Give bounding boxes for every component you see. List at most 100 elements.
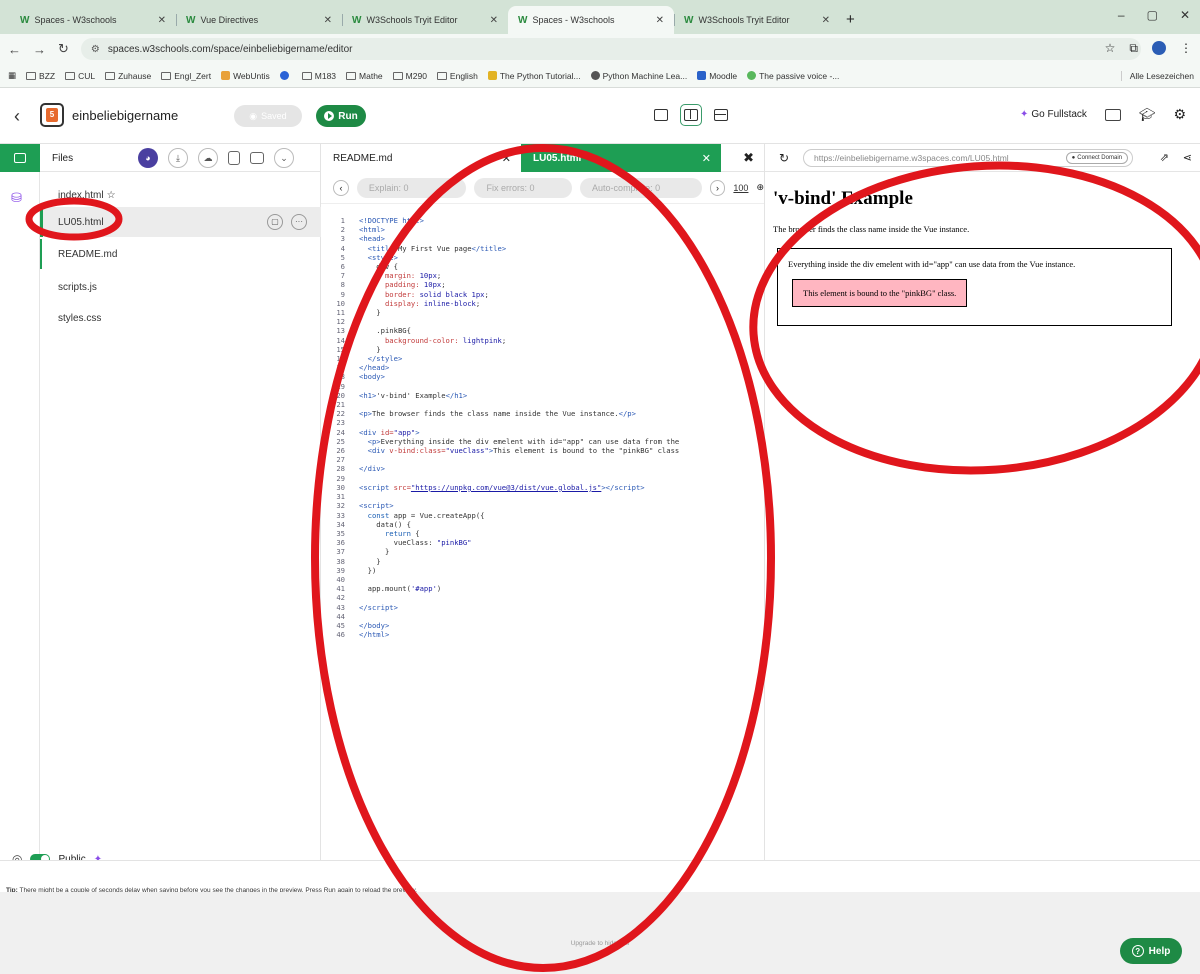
bookmark-link[interactable]: The passive voice -... bbox=[747, 70, 839, 81]
file-item-styles[interactable]: styles.css bbox=[40, 303, 321, 333]
code-line[interactable]: 11 } bbox=[321, 308, 764, 317]
file-item-lu05[interactable]: LU05.html ▢ ··· bbox=[40, 207, 321, 237]
file-options-icon[interactable]: ▢ bbox=[267, 214, 283, 230]
code-line[interactable]: 19 bbox=[321, 382, 764, 391]
close-window-button[interactable]: ✕ bbox=[1180, 8, 1190, 22]
code-line[interactable]: 18 <body> bbox=[321, 372, 764, 381]
run-button[interactable]: Run bbox=[316, 105, 366, 127]
code-line[interactable]: 43 </script> bbox=[321, 603, 764, 612]
upload-cloud-icon[interactable]: ☁ bbox=[198, 148, 218, 168]
gear-icon[interactable]: ⚙ bbox=[1173, 106, 1186, 123]
code-line[interactable]: 44 bbox=[321, 612, 764, 621]
code-line[interactable]: 37 } bbox=[321, 547, 764, 556]
bookmark-folder[interactable]: English bbox=[436, 71, 478, 81]
chevron-left-icon[interactable]: ‹ bbox=[14, 106, 20, 127]
close-icon[interactable]: ✕ bbox=[502, 152, 511, 165]
bookmark-link[interactable]: Moodle bbox=[697, 70, 737, 81]
saved-button[interactable]: ◉ Saved bbox=[234, 105, 302, 127]
bookmark-link[interactable]: Python Machine Lea... bbox=[590, 70, 687, 81]
file-item-scripts[interactable]: scripts.js bbox=[40, 272, 321, 302]
code-line[interactable]: 45 </body> bbox=[321, 621, 764, 630]
code-line[interactable]: 41 app.mount('#app') bbox=[321, 584, 764, 593]
code-line[interactable]: 23 bbox=[321, 418, 764, 427]
share-icon[interactable]: ⋖ bbox=[1183, 151, 1192, 164]
upgrade-link[interactable]: Upgrade to hide ads bbox=[0, 940, 1200, 947]
code-line[interactable]: 2 <html> bbox=[321, 225, 764, 234]
code-line[interactable]: 17 </head> bbox=[321, 363, 764, 372]
ai-credits-count[interactable]: 100 bbox=[733, 183, 748, 193]
code-line[interactable]: 28 </div> bbox=[321, 464, 764, 473]
code-line[interactable]: 26 <div v-bind:class="vueClass">This ele… bbox=[321, 446, 764, 455]
help-button[interactable]: ? Help bbox=[1120, 938, 1182, 964]
new-tab-button[interactable]: + bbox=[846, 11, 855, 28]
url-field[interactable]: ⚙ spaces.w3schools.com/space/einbeliebige… bbox=[80, 38, 1141, 60]
browser-tab[interactable]: W W3Schools Tryit Editor ✕ bbox=[342, 6, 508, 34]
back-arrow-icon[interactable]: ← bbox=[8, 42, 21, 57]
menu-dots-icon[interactable]: ⋮ bbox=[1180, 41, 1192, 56]
code-line[interactable]: 36 vueClass: "pinkBG" bbox=[321, 538, 764, 547]
connect-domain-button[interactable]: ● Connect Domain bbox=[1065, 152, 1128, 164]
code-line[interactable]: 29 bbox=[321, 474, 764, 483]
code-line[interactable]: 9 border: solid black 1px; bbox=[321, 290, 764, 299]
profile-avatar[interactable] bbox=[1152, 41, 1166, 55]
star-icon[interactable]: ☆ bbox=[107, 190, 116, 201]
files-panel-toggle[interactable] bbox=[0, 144, 40, 172]
close-icon[interactable]: ✕ bbox=[822, 15, 830, 26]
code-line[interactable]: 15 } bbox=[321, 345, 764, 354]
code-line[interactable]: 27 bbox=[321, 455, 764, 464]
reload-icon[interactable]: ↻ bbox=[779, 151, 789, 165]
code-line[interactable]: 46 </html> bbox=[321, 630, 764, 639]
code-line[interactable]: 24 <div id="app"> bbox=[321, 428, 764, 437]
extensions-icon[interactable]: ⧉ bbox=[1129, 41, 1138, 56]
bookmark-folder[interactable]: BZZ bbox=[26, 71, 55, 81]
explain-button[interactable]: Explain: 0 bbox=[356, 177, 467, 198]
bookmark-folder[interactable]: CUL bbox=[65, 71, 95, 81]
code-line[interactable]: 35 return { bbox=[321, 529, 764, 538]
minimize-button[interactable]: – bbox=[1118, 8, 1125, 22]
code-line[interactable]: 33 const app = Vue.createApp({ bbox=[321, 511, 764, 520]
github-icon[interactable]: ◕ bbox=[138, 148, 158, 168]
bookmark-link[interactable]: The Python Tutorial... bbox=[487, 70, 581, 81]
code-line[interactable]: 12 bbox=[321, 317, 764, 326]
close-icon[interactable]: ✕ bbox=[656, 15, 664, 26]
apps-grid-icon[interactable]: ▦ bbox=[8, 70, 16, 81]
bookmark-link[interactable] bbox=[279, 70, 292, 81]
new-file-icon[interactable] bbox=[228, 151, 240, 165]
code-line[interactable]: 40 bbox=[321, 575, 764, 584]
more-dots-icon[interactable]: ··· bbox=[291, 214, 307, 230]
new-folder-icon[interactable] bbox=[250, 152, 264, 164]
code-lines[interactable]: 1 <!DOCTYPE html> 2 <html> 3 <head> 4 <title>M… bbox=[321, 216, 764, 639]
all-bookmarks-folder[interactable]: Alle Lesezeichen bbox=[1120, 71, 1194, 81]
maximize-button[interactable]: ▢ bbox=[1147, 8, 1158, 22]
file-item-index[interactable]: index.html ☆ bbox=[40, 180, 321, 210]
code-line[interactable]: 20 <h1>'v-bind' Example</h1> bbox=[321, 391, 764, 400]
code-line[interactable]: 1 <!DOCTYPE html> bbox=[321, 216, 764, 225]
close-icon[interactable]: ✕ bbox=[490, 15, 498, 26]
editor-tab-readme[interactable]: README.md ✕ bbox=[321, 144, 521, 172]
bookmark-folder[interactable]: M290 bbox=[392, 71, 427, 81]
forward-arrow-icon[interactable]: → bbox=[33, 42, 46, 57]
bookmark-link[interactable]: WebUntis bbox=[221, 70, 270, 81]
keyboard-icon[interactable] bbox=[1104, 108, 1121, 121]
code-line[interactable]: 42 bbox=[321, 593, 764, 602]
browser-tab[interactable]: W W3Schools Tryit Editor ✕ bbox=[674, 6, 840, 34]
database-icon[interactable]: ⛁ bbox=[11, 190, 22, 206]
code-line[interactable]: 3 <head> bbox=[321, 234, 764, 243]
code-line[interactable]: 13 .pinkBG{ bbox=[321, 326, 764, 335]
code-line[interactable]: 5 <style> bbox=[321, 253, 764, 262]
open-new-window-icon[interactable]: ⇗ bbox=[1160, 151, 1169, 164]
bookmark-folder[interactable]: Zuhause bbox=[105, 71, 151, 81]
layout-split-horizontal-button[interactable] bbox=[710, 104, 732, 126]
code-line[interactable]: 10 display: inline-block; bbox=[321, 299, 764, 308]
layout-editor-only-button[interactable] bbox=[650, 104, 672, 126]
chevron-left-icon[interactable]: ‹ bbox=[333, 179, 349, 196]
browser-tab-active[interactable]: W Spaces - W3schools ✕ bbox=[508, 6, 674, 34]
bookmark-folder[interactable]: Mathe bbox=[346, 71, 383, 81]
file-item-readme[interactable]: README.md bbox=[40, 239, 321, 269]
code-line[interactable]: 34 data() { bbox=[321, 520, 764, 529]
preview-url-field[interactable]: https://einbeliebigername.w3spaces.com/L… bbox=[803, 149, 1133, 167]
code-line[interactable]: 7 margin: 10px; bbox=[321, 271, 764, 280]
close-icon[interactable]: ✕ bbox=[158, 15, 166, 26]
go-fullstack-button[interactable]: ✦ Go Fullstack bbox=[1020, 109, 1087, 120]
code-line[interactable]: 16 </style> bbox=[321, 354, 764, 363]
